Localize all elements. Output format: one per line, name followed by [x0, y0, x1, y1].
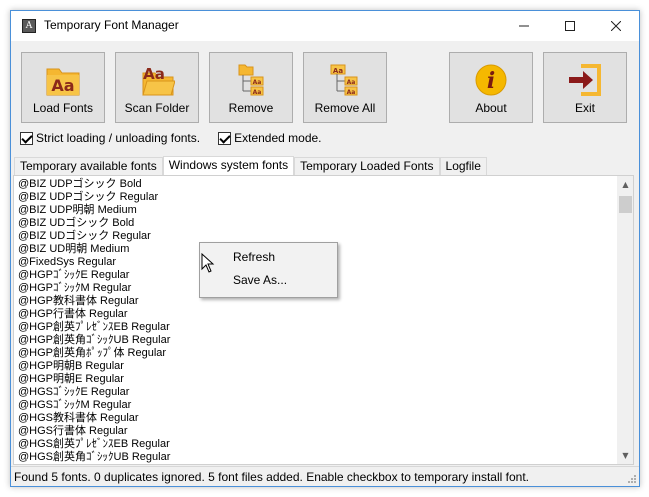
vertical-scrollbar[interactable]: ▲ ▼	[617, 176, 633, 464]
svg-text:i: i	[487, 68, 495, 94]
window-title: Temporary Font Manager	[44, 18, 179, 32]
scroll-up-icon[interactable]: ▲	[617, 176, 633, 193]
scan-folder-icon: Aa	[142, 65, 175, 96]
list-item[interactable]: @BIZ UD明朝 Medium	[18, 243, 170, 256]
list-item[interactable]: @HGP行書体 Regular	[18, 308, 170, 321]
minimize-icon	[519, 25, 529, 27]
remove-all-tree-icon: Aa Aa Aa	[330, 64, 358, 96]
list-item[interactable]: @HGP創英ﾌﾟﾚｾﾞﾝｽEB Regular	[18, 321, 170, 334]
scroll-thumb[interactable]	[619, 196, 632, 213]
extended-mode-label: Extended mode.	[234, 131, 322, 145]
list-item[interactable]: @HGS行書体 Regular	[18, 425, 170, 438]
list-item[interactable]: @BIZ UDゴシック Bold	[18, 217, 170, 230]
context-menu: Refresh Save As...	[199, 242, 338, 298]
menu-item-save-as[interactable]: Save As...	[200, 269, 337, 292]
toolbar: Aa Load Fonts Aa Scan Folder Aa Aa Remov…	[11, 41, 639, 159]
extended-mode-checkbox[interactable]: Extended mode.	[218, 131, 322, 145]
tab-strip: Temporary available fonts Windows system…	[14, 156, 487, 175]
exit-button[interactable]: Exit	[543, 52, 627, 123]
status-bar: Found 5 fonts. 0 duplicates ignored. 5 f…	[11, 466, 639, 486]
about-button[interactable]: i About	[449, 52, 533, 123]
status-text: Found 5 fonts. 0 duplicates ignored. 5 f…	[14, 470, 529, 484]
strict-loading-label: Strict loading / unloading fonts.	[36, 131, 201, 145]
remove-all-button[interactable]: Aa Aa Aa Remove All	[303, 52, 387, 123]
scan-folder-label: Scan Folder	[124, 101, 190, 115]
checkbox-checked-icon	[20, 131, 33, 145]
svg-text:Aa: Aa	[347, 79, 356, 86]
list-item[interactable]: @BIZ UDP明朝 Medium	[18, 204, 170, 217]
svg-text:Aa: Aa	[333, 67, 343, 75]
list-item[interactable]: @BIZ UDPゴシック Regular	[18, 191, 170, 204]
list-item[interactable]: @HGP明朝B Regular	[18, 360, 170, 373]
font-list[interactable]: @BIZ UDPゴシック Bold @BIZ UDPゴシック Regular @BI…	[18, 178, 170, 464]
close-icon	[611, 21, 621, 31]
list-item[interactable]: @HGP創英角ﾎﾟｯﾌﾟ体 Regular	[18, 347, 170, 360]
load-fonts-label: Load Fonts	[32, 101, 94, 115]
minimize-button[interactable]	[501, 11, 547, 41]
about-label: About	[475, 101, 507, 115]
list-item[interactable]: @BIZ UDゴシック Regular	[18, 230, 170, 243]
list-item[interactable]: @HGSｺﾞｼｯｸM Regular	[18, 399, 170, 412]
mouse-pointer-icon	[201, 253, 215, 273]
tab-windows-system-fonts[interactable]: Windows system fonts	[162, 156, 295, 175]
svg-text:Aa: Aa	[253, 89, 262, 96]
info-icon: i	[475, 64, 507, 96]
svg-text:Aa: Aa	[253, 79, 262, 86]
list-item[interactable]: @HGS創英ﾌﾟﾚｾﾞﾝｽEB Regular	[18, 438, 170, 451]
menu-item-refresh[interactable]: Refresh	[200, 246, 337, 269]
remove-tree-icon: Aa Aa	[238, 64, 264, 96]
exit-door-icon	[569, 64, 601, 96]
list-item[interactable]: @HGSｺﾞｼｯｸE Regular	[18, 386, 170, 399]
scroll-down-icon[interactable]: ▼	[617, 447, 633, 464]
maximize-icon	[565, 21, 575, 31]
list-item[interactable]: @HGPｺﾞｼｯｸE Regular	[18, 269, 170, 282]
list-item[interactable]: @BIZ UDPゴシック Bold	[18, 178, 170, 191]
list-item[interactable]: @HGP創英角ｺﾞｼｯｸUB Regular	[18, 334, 170, 347]
svg-text:Aa: Aa	[51, 76, 74, 95]
list-item[interactable]: @HGPｺﾞｼｯｸM Regular	[18, 282, 170, 295]
tab-temporary-loaded-fonts[interactable]: Temporary Loaded Fonts	[294, 157, 440, 175]
svg-text:Aa: Aa	[347, 89, 356, 96]
load-fonts-button[interactable]: Aa Load Fonts	[21, 52, 105, 123]
close-button[interactable]	[593, 11, 639, 41]
remove-label: Remove	[228, 101, 274, 115]
strict-loading-checkbox[interactable]: Strict loading / unloading fonts.	[20, 131, 200, 145]
list-item[interactable]: @HGS教科書体 Regular	[18, 412, 170, 425]
tab-logfile[interactable]: Logfile	[439, 157, 487, 175]
list-item[interactable]: @HGP教科書体 Regular	[18, 295, 170, 308]
title-bar[interactable]: A Temporary Font Manager	[11, 11, 639, 41]
list-item[interactable]: @HGP明朝E Regular	[18, 373, 170, 386]
remove-button[interactable]: Aa Aa Remove	[209, 52, 293, 123]
font-list-pane[interactable]: @BIZ UDPゴシック Bold @BIZ UDPゴシック Regular @BI…	[13, 175, 634, 465]
app-icon[interactable]: A	[22, 19, 36, 33]
list-item[interactable]: @FixedSys Regular	[18, 256, 170, 269]
resize-grip-icon[interactable]	[627, 474, 637, 484]
scan-folder-button[interactable]: Aa Scan Folder	[115, 52, 199, 123]
options-row: Strict loading / unloading fonts. Extend…	[20, 130, 340, 146]
maximize-button[interactable]	[547, 11, 593, 41]
font-folder-icon: Aa	[46, 68, 80, 96]
exit-label: Exit	[574, 101, 595, 115]
checkbox-checked-icon	[218, 131, 232, 145]
list-item[interactable]: @HGS創英角ｺﾞｼｯｸUB Regular	[18, 451, 170, 464]
svg-text:Aa: Aa	[143, 65, 165, 83]
remove-all-label: Remove All	[314, 101, 376, 115]
tab-temporary-available-fonts[interactable]: Temporary available fonts	[14, 157, 163, 175]
